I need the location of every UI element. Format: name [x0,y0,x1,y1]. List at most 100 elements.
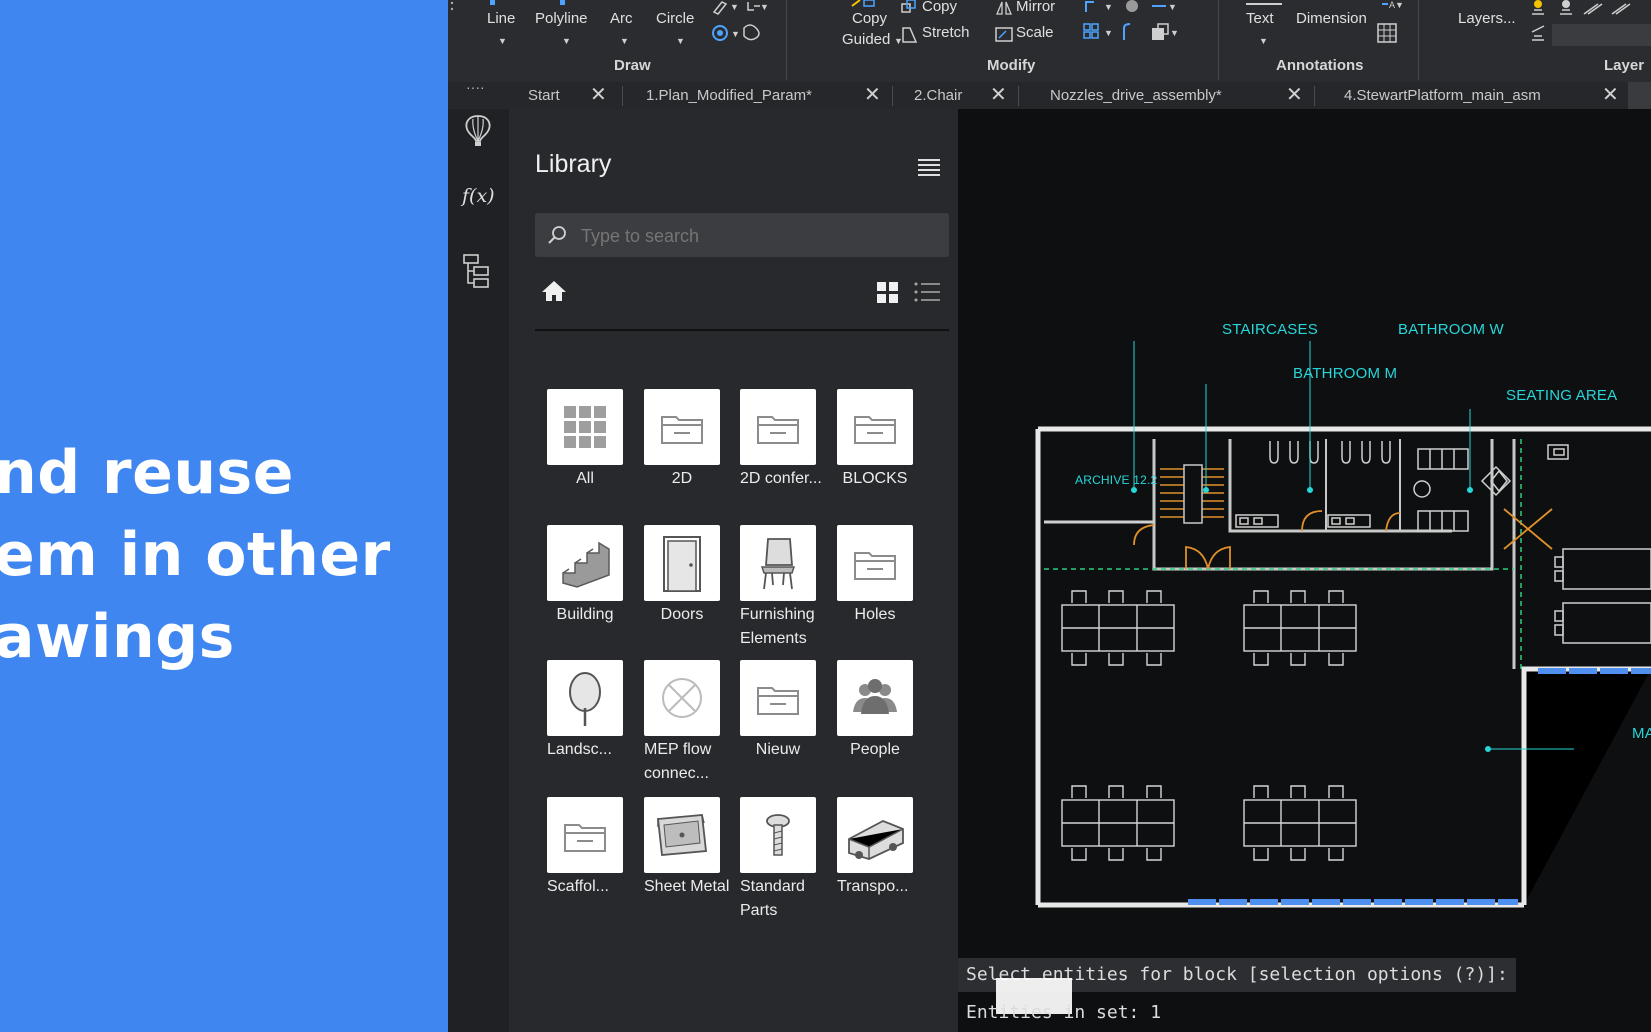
layer-tools-icons[interactable] [1526,0,1651,48]
library-item-sheet-metal[interactable]: Sheet Metal [644,797,734,927]
structure-tree-icon[interactable] [462,253,496,289]
library-tile[interactable] [644,389,720,465]
staircase-symbol [1160,464,1224,524]
library-item-label: Sheet Metal [644,878,730,895]
library-tile[interactable] [740,525,816,601]
stretch-tool[interactable]: Stretch [900,22,990,46]
library-item-label: People [850,741,900,758]
circle-tool[interactable]: Circle ▼ [656,0,704,50]
tab-separator [1314,86,1315,106]
library-tile[interactable] [644,797,720,873]
label-bathroom-m: BATHROOM M [1293,365,1398,382]
svg-text:A▼: A▼ [1389,0,1404,10]
table-icon[interactable]: A▼ [1376,0,1410,46]
library-item-label: 2D [671,470,693,487]
library-item-transpo[interactable]: Transpo... [837,797,927,927]
ribbon-separator [786,0,787,80]
library-tile[interactable] [740,797,816,873]
library-item-furnishing-elements[interactable]: Furnishing Elements [740,525,830,655]
formula-icon[interactable]: f(x) [462,185,495,207]
library-tile[interactable] [837,797,913,873]
modify-extra-icons[interactable]: ▼ ▼ ▼ ▼ [1082,0,1202,48]
library-item-people[interactable]: People [837,660,927,790]
copy-guided-tool[interactable]: Copy Guided ▼ [830,0,903,50]
library-item-landsc[interactable]: Landsc... [547,660,637,790]
library-item-2d-confer[interactable]: 2D confer... [740,389,830,519]
tab-stewart-platform[interactable]: 4.StewartPlatform_main_asm ✕ [1344,82,1624,109]
label-staircases: STAIRCASES [1222,321,1318,338]
library-tile[interactable] [740,660,816,736]
text-icon [1246,3,1282,5]
chair-icon [760,538,796,590]
seating-furniture [1413,448,1651,644]
folder-icon [661,416,703,444]
close-icon[interactable]: ✕ [1286,82,1303,109]
library-tile[interactable] [740,389,816,465]
dining-tables [1061,590,1357,861]
mirror-tool[interactable]: Mirror [994,0,1074,20]
drawing-canvas[interactable]: STAIRCASES BATHROOM W BATHROOM M SEATING… [958,109,1651,1032]
chevron-down-icon: ▼ [498,36,507,46]
library-item-label: BLOCKS [842,470,908,487]
tab-plan-modified[interactable]: 1.Plan_Modified_Param* ✕ [646,82,886,109]
library-item-doors[interactable]: Doors [644,525,734,655]
copy-icon [901,0,916,13]
library-item-label: All [576,470,594,487]
layers-button[interactable]: Layers... [1458,10,1516,27]
close-icon[interactable]: ✕ [864,82,881,109]
folder-icon [757,687,799,715]
tab-nozzles-drive-assembly[interactable]: Nozzles_drive_assembly* ✕ [1050,82,1310,109]
library-balloon-icon[interactable] [462,113,494,149]
library-item-standard-parts[interactable]: Standard Parts [740,797,830,927]
label-bathroom-w: BATHROOM W [1398,321,1504,338]
library-item-mep-flow-connec[interactable]: MEP flow connec... [644,660,734,790]
tab-separator [1018,86,1019,106]
library-tile[interactable] [547,797,623,873]
document-tabs: ···· Start ✕ 1.Plan_Modified_Param* ✕ 2.… [448,79,1651,110]
tab-active-partial[interactable] [1628,82,1651,109]
library-tile[interactable] [644,660,720,736]
dimension-button[interactable]: Dimension [1296,10,1367,27]
library-tile[interactable] [547,660,623,736]
text-tool[interactable]: Text ▼ [1244,0,1284,50]
library-item-blocks[interactable]: BLOCKS [837,389,927,519]
mirror-icon [996,1,1012,15]
circle-label: Circle [656,10,695,27]
tab-chair[interactable]: 2.Chair ✕ [914,82,1014,109]
library-tile[interactable] [547,389,623,465]
ribbon-separator [1218,0,1219,80]
library-item-nieuw[interactable]: Nieuw [740,660,830,790]
library-tile[interactable] [837,389,913,465]
arc-tool[interactable]: Arc ▼ [610,0,640,50]
library-item-building[interactable]: Building [547,525,637,655]
tab-label: 1.Plan_Modified_Param* [646,87,812,104]
grid-icon [564,406,606,448]
line-icon [490,0,495,5]
chevron-down-icon: ▼ [1259,36,1268,46]
library-item-2d[interactable]: 2D [644,389,734,519]
library-item-label: Building [556,606,614,623]
ribbon: Line ▼ Polyline ▼ Arc ▼ Circle ▼ ▼ ▼ ▼ D… [448,0,1651,82]
library-item-holes[interactable]: Holes [837,525,927,655]
library-tile[interactable] [837,660,913,736]
ribbon-group-draw: Draw [614,57,651,74]
copy-guided-label-1: Copy [852,10,888,27]
tabs-overflow-icon[interactable]: ···· [466,74,485,101]
close-icon[interactable]: ✕ [990,82,1007,109]
door-icon [663,536,701,592]
copy-tool[interactable]: Copy [900,0,980,20]
close-icon[interactable]: ✕ [1602,82,1619,109]
draw-extra-icons[interactable]: ▼ ▼ ▼ [710,0,768,44]
library-tile[interactable] [644,525,720,601]
library-tile[interactable] [837,525,913,601]
library-tile[interactable] [547,525,623,601]
tab-label: Nozzles_drive_assembly* [1050,87,1222,104]
close-icon[interactable]: ✕ [590,82,607,109]
scale-tool[interactable]: Scale [994,22,1074,46]
library-item-scaffol[interactable]: Scaffol... [547,797,637,927]
promo-panel: nd reuse em in other awings [0,0,448,1032]
library-item-all[interactable]: All [547,389,637,519]
tab-start[interactable]: Start ✕ [528,82,622,109]
line-tool[interactable]: Line ▼ [487,0,518,50]
polyline-tool[interactable]: Polyline ▼ [535,0,598,50]
